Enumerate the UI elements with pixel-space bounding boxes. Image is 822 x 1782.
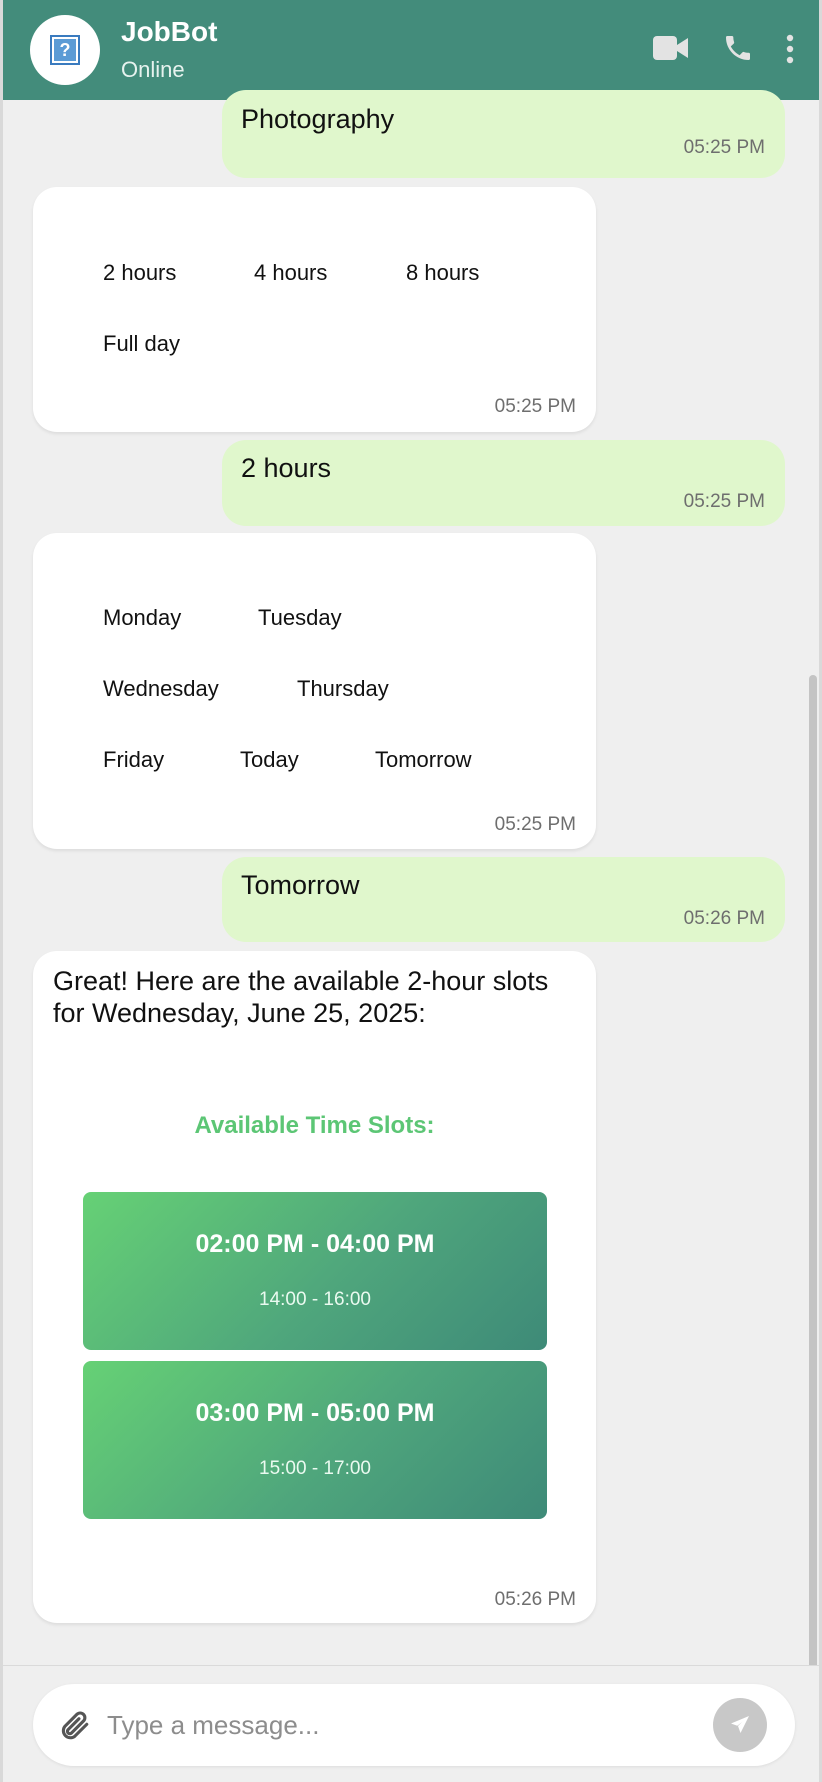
option-button[interactable]: Tuesday — [258, 605, 342, 631]
message-time: 05:25 PM — [494, 396, 576, 417]
slot-time-12h: 02:00 PM - 04:00 PM — [195, 1230, 435, 1258]
option-button[interactable]: Today — [240, 747, 299, 773]
incoming-options-message: 2 hours 4 hours 8 hours Full day 05:25 P… — [33, 187, 596, 432]
send-button[interactable] — [713, 1698, 767, 1752]
time-slot-card[interactable]: 03:00 PM - 05:00 PM 15:00 - 17:00 — [83, 1361, 547, 1519]
slot-time-24h: 14:00 - 16:00 — [259, 1289, 371, 1310]
option-button[interactable]: 2 hours — [103, 260, 176, 286]
more-vertical-icon[interactable] — [785, 34, 795, 64]
avatar[interactable]: ? — [30, 15, 100, 85]
option-button[interactable]: Monday — [103, 605, 181, 631]
message-list[interactable]: Photography 05:25 PM 2 hours 4 hours 8 h… — [3, 90, 819, 1725]
chat-scrollbar[interactable] — [809, 675, 817, 1725]
message-input[interactable] — [107, 1704, 707, 1746]
message-time: 05:26 PM — [683, 908, 765, 929]
incoming-options-message: Monday Tuesday Wednesday Thursday Friday… — [33, 533, 596, 849]
message-time: 05:25 PM — [683, 491, 765, 512]
time-slot-card[interactable]: 02:00 PM - 04:00 PM 14:00 - 16:00 — [83, 1192, 547, 1350]
option-button[interactable]: Thursday — [297, 676, 389, 702]
option-button[interactable]: Wednesday — [103, 676, 219, 702]
slot-time-12h: 03:00 PM - 05:00 PM — [195, 1399, 435, 1427]
message-text: 2 hours — [241, 453, 332, 483]
message-input-container — [33, 1684, 795, 1766]
option-button[interactable]: 4 hours — [254, 260, 327, 286]
chat-header: ? JobBot Online — [3, 0, 819, 100]
message-text: Photography — [241, 104, 395, 134]
slots-heading: Available Time Slots: — [194, 1112, 435, 1139]
outgoing-message: 2 hours 05:25 PM — [222, 440, 785, 526]
outgoing-message: Tomorrow 05:26 PM — [222, 857, 785, 942]
chat-window: ? JobBot Online Photography 05:25 PM 2 h… — [0, 0, 822, 1782]
message-text: Tomorrow — [241, 870, 360, 900]
message-time: 05:25 PM — [494, 814, 576, 835]
paperclip-icon[interactable] — [57, 1708, 91, 1747]
slot-time-24h: 15:00 - 17:00 — [259, 1458, 371, 1479]
help-question-icon: ? — [50, 35, 80, 65]
message-time: 05:26 PM — [494, 1589, 576, 1610]
phone-icon[interactable] — [722, 32, 754, 64]
option-button[interactable]: Friday — [103, 747, 164, 773]
chat-status: Online — [121, 57, 185, 82]
video-call-icon[interactable] — [653, 33, 689, 63]
outgoing-message: Photography 05:25 PM — [222, 90, 785, 178]
send-icon — [731, 1716, 749, 1733]
composer-bar — [3, 1665, 819, 1782]
message-text: Great! Here are the available 2-hour slo… — [53, 966, 549, 1028]
option-button[interactable]: Tomorrow — [375, 747, 472, 773]
chat-title: JobBot — [121, 16, 218, 47]
incoming-slots-message: Great! Here are the available 2-hour slo… — [33, 951, 596, 1623]
option-button[interactable]: Full day — [103, 331, 180, 357]
message-time: 05:25 PM — [683, 137, 765, 158]
option-button[interactable]: 8 hours — [406, 260, 479, 286]
